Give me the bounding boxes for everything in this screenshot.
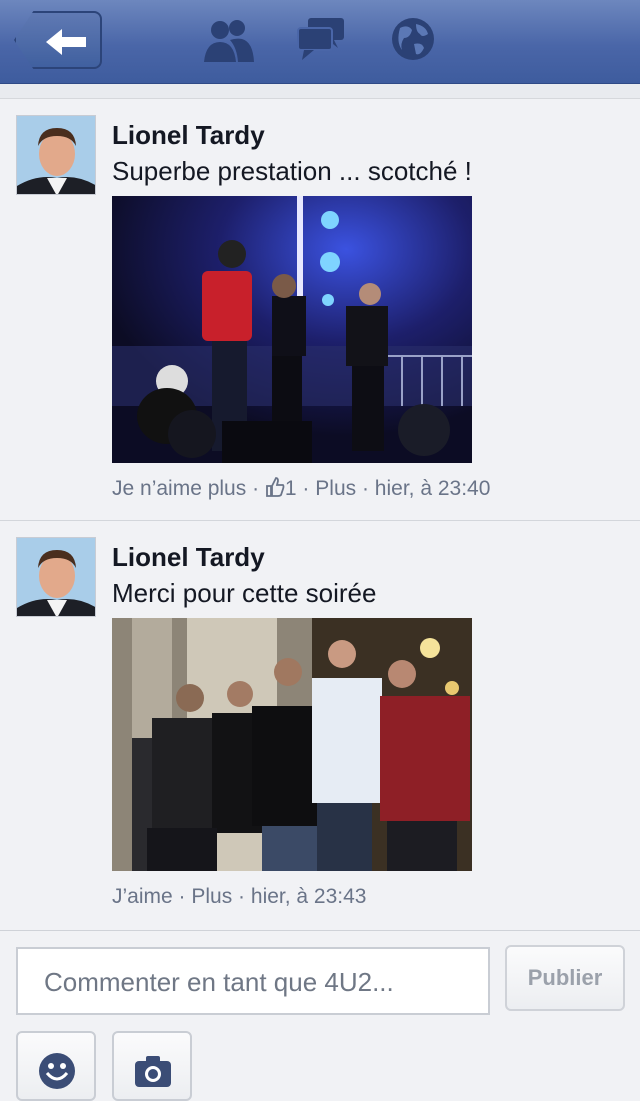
post-timestamp[interactable]: hier, à 23:43 [251,885,367,908]
more-link[interactable]: Plus [315,477,356,500]
separator: · [356,477,375,500]
post-text: Merci pour cette soirée [112,578,377,608]
messages-icon[interactable] [296,16,346,62]
friends-icon[interactable] [200,16,256,64]
concert-stage-photo[interactable] [112,196,472,463]
separator: · [232,885,251,908]
post-text: Superbe prestation ... scotché ! [112,156,472,186]
author-avatar[interactable] [16,115,96,195]
emoji-button[interactable] [16,1031,96,1101]
like-count[interactable]: 1 [285,477,297,500]
camera-icon [135,1056,171,1087]
separator: · [246,477,265,500]
comment-input[interactable]: Commenter en tant que 4U2... [16,947,490,1015]
separator: · [296,477,316,500]
camera-button[interactable] [112,1031,192,1101]
post-actions: J’aime · Plus · hier, à 23:43 [112,885,366,909]
post-item: Lionel Tardy Merci pour cette soirée J’a… [0,521,640,929]
top-navigation-bar [0,0,640,84]
thumbs-up-icon [266,477,285,497]
globe-icon[interactable] [390,16,436,62]
unlike-link[interactable]: Je n’aime plus [112,477,246,500]
back-arrow-icon [46,29,86,55]
post-actions: Je n’aime plus · 1 · Plus · hier, à 23:4… [112,477,490,501]
separator: · [172,885,192,908]
publish-button[interactable]: Publier [505,945,625,1011]
navbar-gap [0,84,640,99]
like-link[interactable]: J’aime [112,885,173,908]
post-author-name[interactable]: Lionel Tardy [112,542,265,573]
post-item: Lionel Tardy Superbe prestation ... scot… [0,99,640,520]
post-author-name[interactable]: Lionel Tardy [112,120,265,151]
group-photo[interactable] [112,618,472,871]
smiley-icon [39,1053,75,1089]
back-button[interactable] [14,11,102,69]
comment-composer: Commenter en tant que 4U2... Publier [0,930,640,1101]
post-timestamp[interactable]: hier, à 23:40 [375,477,491,500]
more-link[interactable]: Plus [191,885,232,908]
author-avatar[interactable] [16,537,96,617]
